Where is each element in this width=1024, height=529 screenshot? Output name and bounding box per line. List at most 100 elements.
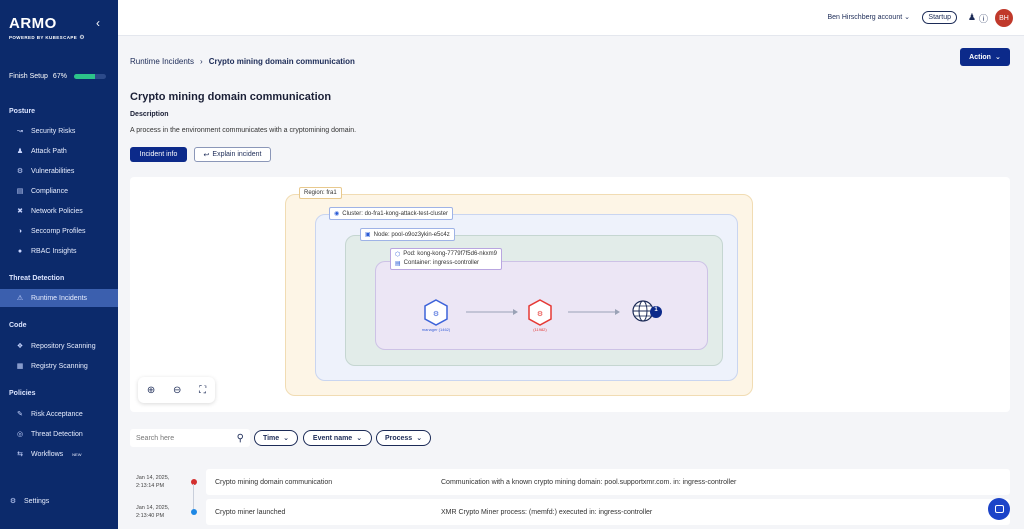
chevron-right-icon: › xyxy=(200,57,203,66)
bug-icon: ⚙ xyxy=(16,168,24,175)
event-name: Crypto mining domain communication xyxy=(215,478,333,486)
sidebar-item-label: Attack Path xyxy=(31,147,67,155)
globe-badge-count: 1 xyxy=(654,307,658,313)
event-detail: Communication with a known crypto mining… xyxy=(441,478,737,486)
zoom-controls: ⊕ ⊖ ⛶ xyxy=(138,377,215,403)
timeline-date: Jan 14, 2025, 2:13:40 PM xyxy=(136,504,169,520)
zoom-in-icon[interactable]: ⊕ xyxy=(147,385,155,396)
sidebar-item-network-policies[interactable]: ✖ Network Policies xyxy=(0,202,118,220)
search-input[interactable]: Search here ⚲ xyxy=(130,429,250,447)
sidebar-item-label: Workflows xyxy=(31,450,64,458)
armo-logo[interactable]: ARMO xyxy=(9,15,57,32)
svg-text:⚙: ⚙ xyxy=(433,310,439,318)
target-icon: ◎ xyxy=(16,431,24,438)
chevron-down-icon: ⌄ xyxy=(283,435,290,442)
process-label-miner: (11982) xyxy=(533,327,547,332)
sidebar-item-label: Seccomp Profiles xyxy=(31,227,86,235)
shield-icon: ◑ xyxy=(17,227,23,235)
fullscreen-icon[interactable]: ⛶ xyxy=(199,385,206,396)
chevron-down-icon: ⌄ xyxy=(904,14,910,21)
trend-icon: ↝ xyxy=(17,128,23,135)
sidebar-item-vulnerabilities[interactable]: ⚙ Vulnerabilities xyxy=(0,162,118,180)
timeline-date-day: Jan 14, 2025, xyxy=(136,505,170,511)
sidebar-item-label: Runtime Incidents xyxy=(31,294,88,302)
finish-setup-progress xyxy=(73,74,106,79)
new-badge: NEW xyxy=(72,451,82,457)
timeline-date-day: Jan 14, 2025, xyxy=(136,475,170,481)
sidebar-item-label: Network Policies xyxy=(31,207,83,215)
page-title: Crypto mining domain communication xyxy=(130,91,332,103)
search-placeholder: Search here xyxy=(136,434,175,442)
sidebar-item-risk-acceptance[interactable]: ✎ Risk Acceptance xyxy=(0,405,118,423)
event-name: Crypto miner launched xyxy=(215,508,286,516)
explain-incident-button[interactable]: ↩ Explain incident xyxy=(194,147,271,162)
account-name: Ben Hirschberg account xyxy=(827,14,903,21)
breadcrumb-current: Crypto mining domain communication xyxy=(208,57,355,66)
sidebar-item-runtime-incidents[interactable]: ⚠ Runtime Incidents xyxy=(0,289,118,307)
gear-icon: ⚙ xyxy=(9,498,17,505)
breadcrumb-parent[interactable]: Runtime Incidents xyxy=(130,57,194,66)
explain-label: Explain incident xyxy=(212,151,262,158)
sidebar-item-rbac-insights[interactable]: ● RBAC Insights xyxy=(0,242,118,260)
sidebar-item-label: Risk Acceptance xyxy=(31,410,83,418)
collapse-sidebar-icon[interactable]: ‹ xyxy=(96,16,100,30)
finish-setup-label: Finish Setup xyxy=(9,73,48,80)
description-heading: Description xyxy=(130,111,169,118)
timeline-date-time: 2:13:40 PM xyxy=(136,513,165,519)
sidebar-item-repository-scanning[interactable]: ❖ Repository Scanning xyxy=(0,337,118,355)
avatar[interactable]: BH xyxy=(995,9,1013,27)
event-name-filter[interactable]: Event name ⌄ xyxy=(303,430,372,446)
sidebar-item-compliance[interactable]: ▤ Compliance xyxy=(0,182,118,200)
sidebar-item-seccomp-profiles[interactable]: ◑ Seccomp Profiles xyxy=(0,222,118,240)
user-icon: ♟ xyxy=(16,148,24,155)
incident-info-button[interactable]: Incident info xyxy=(130,147,187,162)
timeline-line xyxy=(193,484,194,510)
time-filter-label: Time xyxy=(262,434,280,442)
user-settings-icon[interactable]: ♟ xyxy=(968,12,976,23)
process-node-miner[interactable]: ⚙ xyxy=(528,299,552,326)
account-switcher[interactable]: Ben Hirschberg account ⌄ xyxy=(827,13,910,21)
description-text: A process in the environment communicate… xyxy=(130,127,357,134)
explain-icon: ↩ xyxy=(203,151,210,159)
document-icon: ▤ xyxy=(16,188,24,195)
sidebar-item-settings[interactable]: ⚙ Settings xyxy=(0,492,118,510)
chevron-down-icon: ⌄ xyxy=(994,54,1001,61)
table-row[interactable]: Crypto mining domain communication Commu… xyxy=(206,469,1010,495)
chat-button[interactable] xyxy=(988,498,1010,520)
warning-icon: ⚠ xyxy=(16,295,24,302)
event-detail: XMR Crypto Miner process: (memfd:) execu… xyxy=(441,508,653,516)
breadcrumb: Runtime Incidents › Crypto mining domain… xyxy=(130,57,355,66)
finish-setup[interactable]: Finish Setup 67% xyxy=(9,73,113,80)
finish-setup-progress-fill xyxy=(73,74,96,79)
action-button[interactable]: Action ⌄ xyxy=(960,48,1010,66)
incident-graph[interactable]: Region: fra1 ◉ Cluster: do-fra1-kong-atta… xyxy=(130,177,1010,412)
sidebar-item-security-risks[interactable]: ↝ Security Risks xyxy=(0,122,118,140)
process-node-manager[interactable]: ⚙ xyxy=(424,299,448,326)
sidebar-item-label: RBAC Insights xyxy=(31,247,77,255)
sidebar-item-attack-path[interactable]: ♟ Attack Path xyxy=(0,142,118,160)
table-row[interactable]: Crypto miner launched XMR Crypto Miner p… xyxy=(206,499,1010,525)
logo-subtitle: POWERED BY KUBESCAPE ⚙ xyxy=(9,34,85,41)
time-filter[interactable]: Time ⌄ xyxy=(254,430,298,446)
globe-icon[interactable] xyxy=(632,300,654,322)
sidebar-item-label: Compliance xyxy=(31,187,68,195)
zoom-out-icon[interactable]: ⊖ xyxy=(173,385,181,396)
registry-icon: ▦ xyxy=(16,363,24,370)
process-filter[interactable]: Process ⌄ xyxy=(376,430,431,446)
sidebar-item-label: Repository Scanning xyxy=(31,342,96,350)
sidebar-item-registry-scanning[interactable]: ▦ Registry Scanning xyxy=(0,357,118,375)
logo-subtitle-text: POWERED BY KUBESCAPE xyxy=(9,35,78,40)
help-icon[interactable]: ⓘ xyxy=(979,12,988,25)
accept-icon: ✎ xyxy=(17,411,23,418)
chat-icon xyxy=(994,505,1004,513)
timeline-date: Jan 14, 2025, 2:13:14 PM xyxy=(136,474,169,490)
sidebar-item-label: Settings xyxy=(24,497,50,505)
sidebar: ARMO POWERED BY KUBESCAPE ⚙ ‹ Finish Set… xyxy=(0,0,118,529)
sidebar-item-workflows[interactable]: ⇆ Workflows NEW xyxy=(0,445,118,463)
section-posture: Posture xyxy=(9,108,36,115)
action-label: Action xyxy=(969,53,991,61)
svg-text:⚙: ⚙ xyxy=(537,310,543,318)
finish-setup-percent: 67% xyxy=(52,73,67,80)
sidebar-item-threat-detection[interactable]: ◎ Threat Detection xyxy=(0,425,118,443)
plan-badge[interactable]: Startup xyxy=(922,11,957,24)
